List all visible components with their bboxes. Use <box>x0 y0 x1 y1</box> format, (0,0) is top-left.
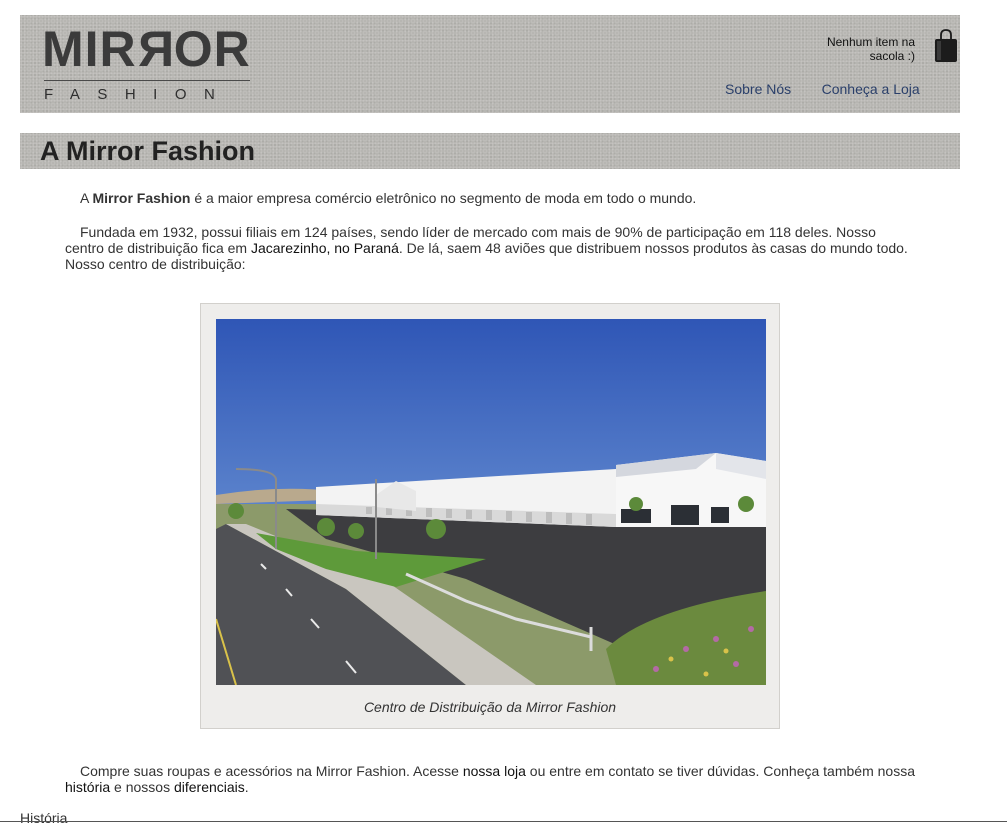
intro-paragraph: A Mirror Fashion é a maior empresa comér… <box>65 190 915 206</box>
link-historia[interactable]: história <box>65 779 110 795</box>
cta-text-b: ou entre em contato se tiver dúvidas. Co… <box>525 763 915 779</box>
link-nossa-loja[interactable]: nossa loja <box>463 763 526 779</box>
logo-subtitle: FASHION <box>44 86 233 103</box>
brand-name: Mirror Fashion <box>92 190 191 206</box>
footer-divider <box>0 821 1007 822</box>
figure-caption: Centro de Distribuição da Mirror Fashion <box>363 699 617 715</box>
link-diferenciais[interactable]: diferenciais <box>174 779 245 795</box>
distribution-center-photo <box>216 319 766 685</box>
logo-wordmark: MIRROR <box>42 21 251 77</box>
nav-link-conheca-a-loja[interactable]: Conheça a Loja <box>822 81 920 97</box>
site-header: MIRROR FASHION Nenhum item na sacola :) … <box>20 15 960 113</box>
call-to-action-paragraph: Compre suas roupas e acessórios na Mirro… <box>65 763 915 795</box>
logo-divider <box>44 80 250 81</box>
page-title-bar: A Mirror Fashion <box>20 133 960 169</box>
section-heading-historia: História <box>20 810 68 826</box>
page-title: A Mirror Fashion <box>40 136 256 166</box>
distribution-center-location: Jacarezinho, no Paraná <box>250 240 399 256</box>
intro-prefix: A <box>80 190 93 206</box>
history-paragraph: Fundada em 1932, possui filiais em 124 p… <box>65 224 915 272</box>
cta-text-c: e nossos <box>110 779 174 795</box>
main-nav: Sobre Nós Conheça a Loja <box>725 81 946 99</box>
intro-suffix: é a maior empresa comércio eletrônico no… <box>190 190 697 206</box>
cart-status-text: Nenhum item na sacola :) <box>826 35 915 63</box>
mirror-fashion-logo[interactable]: MIRROR FASHION <box>42 21 252 106</box>
cta-text-d: . <box>244 779 249 795</box>
distribution-center-figure: Centro de Distribuição da Mirror Fashion <box>200 303 780 729</box>
cta-text-a: Compre suas roupas e acessórios na Mirro… <box>80 763 463 779</box>
nav-link-sobre-nos[interactable]: Sobre Nós <box>725 81 791 97</box>
shopping-bag-icon[interactable] <box>933 29 959 63</box>
